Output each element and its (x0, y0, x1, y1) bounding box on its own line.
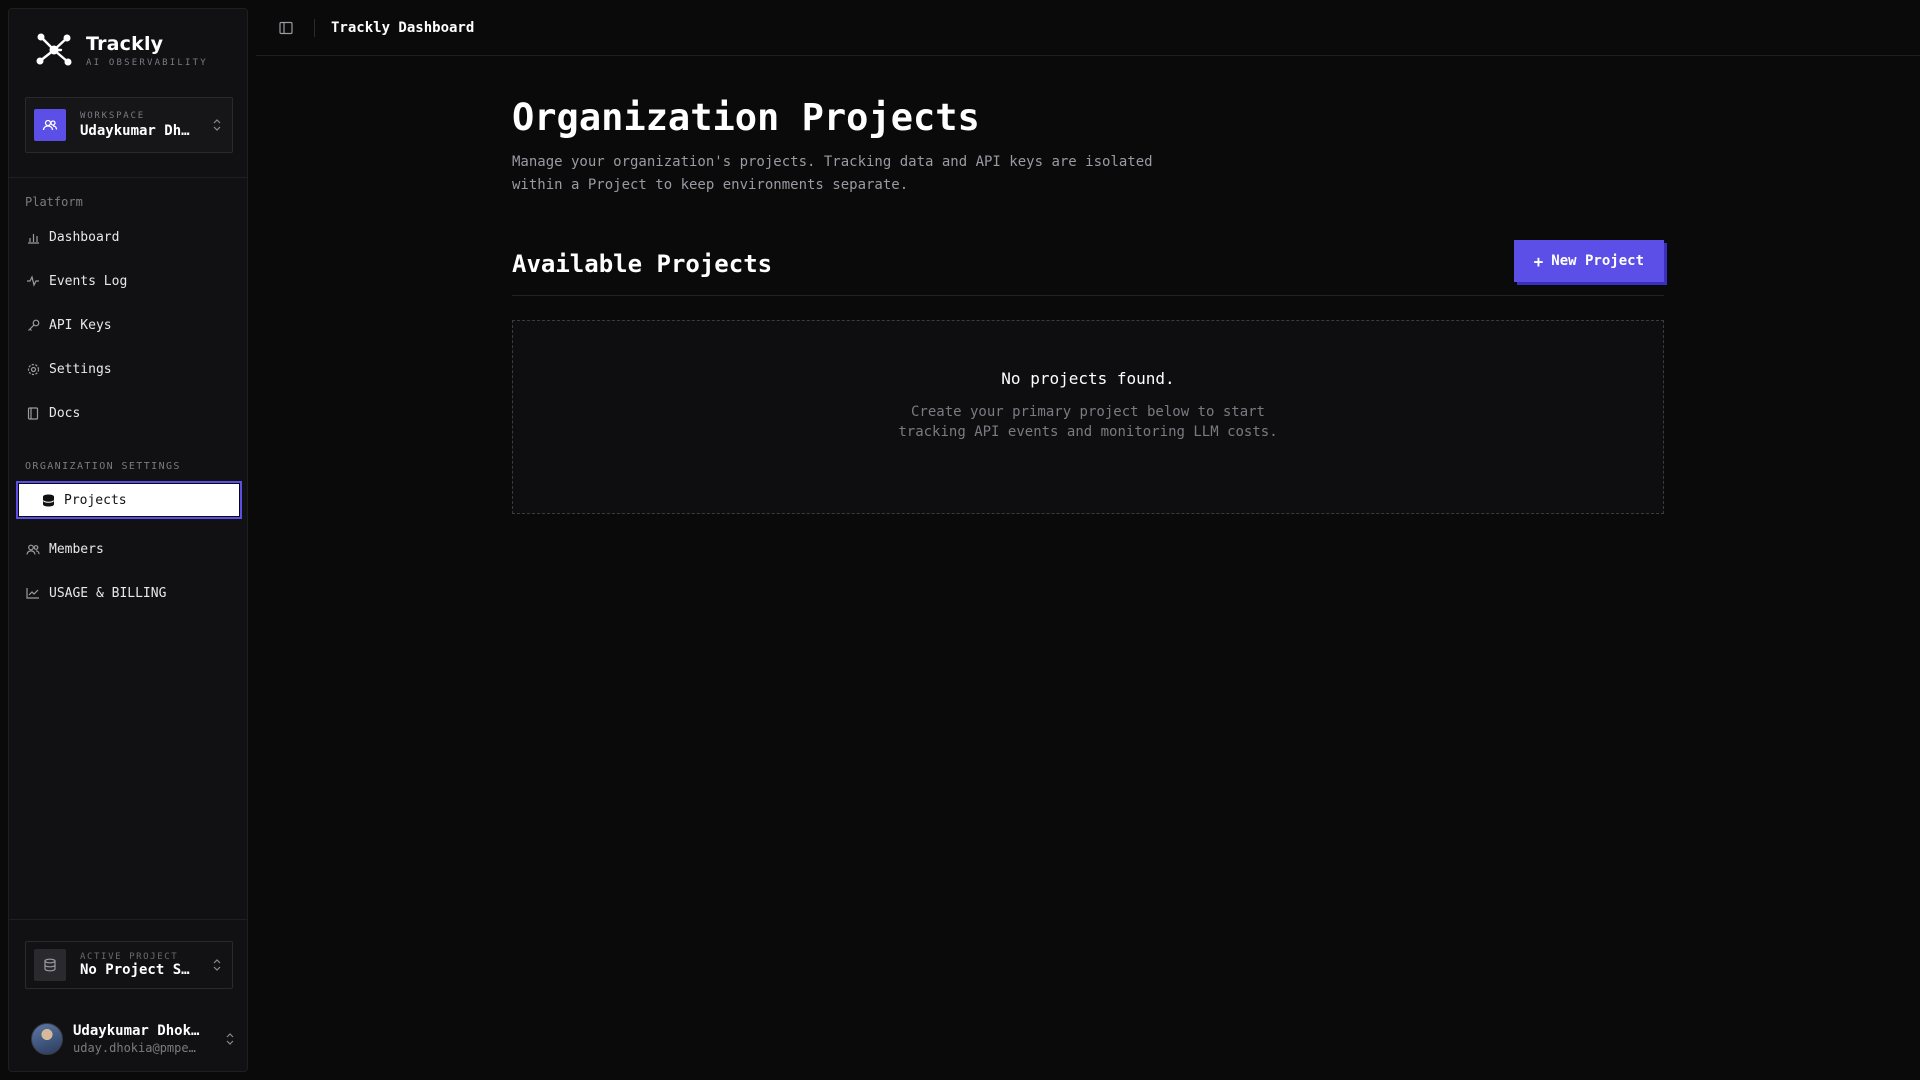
section-title: Available Projects (512, 250, 773, 278)
sidebar-item-label: Projects (64, 492, 127, 508)
empty-state: No projects found. Create your primary p… (512, 320, 1664, 514)
page-description: Manage your organization's projects. Tra… (512, 154, 1153, 193)
workspace-text: WORKSPACE Udaykumar Dh… (80, 111, 210, 139)
sidebar-item-label: Events Log (49, 273, 128, 289)
sidebar-item-api-keys[interactable]: API Keys (25, 309, 233, 341)
sidebar-item-label: Settings (49, 361, 112, 377)
projects-section-header: Available Projects + New Project (512, 238, 1664, 296)
avatar (31, 1023, 63, 1055)
platform-section-label: Platform (25, 195, 83, 209)
topbar-separator (314, 18, 315, 37)
users-icon (34, 109, 66, 141)
active-project-label: ACTIVE PROJECT (80, 952, 179, 962)
database-icon (34, 949, 66, 981)
plus-icon: + (1533, 251, 1544, 271)
workspace-name: Udaykumar Dh… (80, 123, 190, 139)
sidebar-item-label: USAGE & BILLING (49, 585, 167, 601)
new-project-button[interactable]: + New Project (1513, 240, 1664, 282)
activity-icon (25, 273, 41, 289)
user-email: uday.dhokia@pmpe… (73, 1041, 196, 1055)
users-icon (25, 541, 41, 557)
org-settings-section-label: ORGANIZATION SETTINGS (25, 461, 181, 472)
sidebar-footer-divider (9, 919, 247, 920)
user-name: Udaykumar Dhok… (73, 1023, 200, 1039)
sidebar-item-label: Members (49, 541, 104, 557)
brand[interactable]: Trackly AI OBSERVABILITY (35, 31, 208, 69)
database-icon (40, 492, 56, 508)
sidebar-item-docs[interactable]: Docs (25, 397, 233, 429)
gear-icon (25, 361, 41, 377)
sidebar-toggle-button[interactable] (272, 14, 300, 42)
trackly-logo-icon (36, 33, 72, 66)
user-text: Udaykumar Dhok… uday.dhokia@pmpe… (73, 1023, 205, 1055)
sidebar-item-label: API Keys (49, 317, 112, 333)
workspace-switcher[interactable]: WORKSPACE Udaykumar Dh… (25, 97, 233, 153)
chevron-up-down-icon (226, 1033, 234, 1045)
page-title: Organization Projects (512, 96, 980, 139)
top-bar: Trackly Dashboard (256, 0, 1920, 56)
chevron-up-down-icon (213, 119, 221, 131)
brand-tagline: AI OBSERVABILITY (86, 57, 208, 68)
chevron-up-down-icon (213, 959, 221, 971)
sidebar: Trackly AI OBSERVABILITY WORKSPACE Udayk… (8, 8, 248, 1072)
key-icon (25, 317, 41, 333)
empty-state-title: No projects found. (1001, 369, 1175, 388)
sidebar-item-projects[interactable]: Projects (16, 481, 242, 519)
new-project-label: New Project (1551, 253, 1644, 269)
sidebar-item-dashboard[interactable]: Dashboard (25, 221, 233, 253)
book-icon (25, 405, 41, 421)
sidebar-item-settings[interactable]: Settings (25, 353, 233, 385)
sidebar-item-events-log[interactable]: Events Log (25, 265, 233, 297)
sidebar-item-usage-billing[interactable]: USAGE & BILLING (25, 577, 233, 609)
sidebar-item-members[interactable]: Members (25, 533, 233, 565)
brand-name: Trackly (86, 32, 164, 55)
sidebar-divider (9, 177, 247, 178)
line-chart-icon (25, 585, 41, 601)
sidebar-item-label: Docs (49, 405, 81, 421)
empty-state-subtitle: Create your primary project below to sta… (898, 404, 1278, 440)
active-project-name: No Project S… (80, 962, 190, 978)
breadcrumb-title: Trackly Dashboard (331, 19, 475, 36)
active-project-text: ACTIVE PROJECT No Project S… (80, 952, 210, 978)
brand-text: Trackly AI OBSERVABILITY (86, 33, 208, 68)
main-content: Organization Projects Manage your organi… (512, 96, 1664, 514)
bar-chart-icon (25, 229, 41, 245)
active-project-switcher[interactable]: ACTIVE PROJECT No Project S… (25, 941, 233, 989)
sidebar-item-label: Dashboard (49, 229, 120, 245)
user-menu[interactable]: Udaykumar Dhok… uday.dhokia@pmpe… (31, 1017, 235, 1061)
sidebar-toggle-icon (279, 21, 293, 34)
workspace-label: WORKSPACE (80, 111, 145, 121)
